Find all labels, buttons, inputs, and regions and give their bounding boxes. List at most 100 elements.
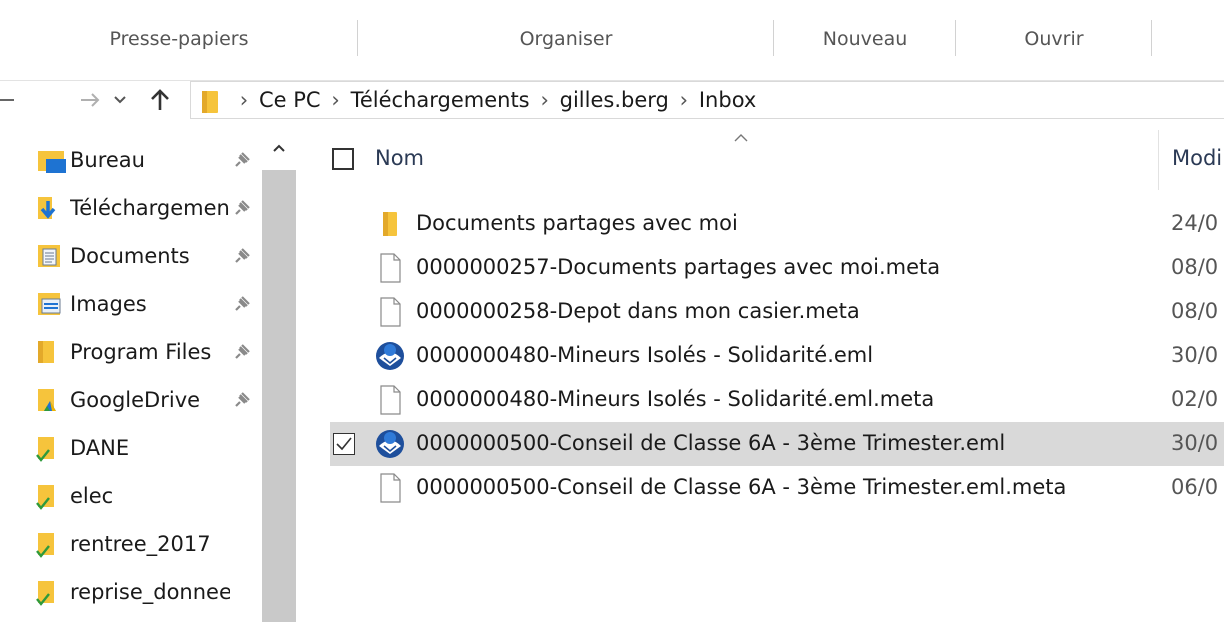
sidebar-item-label: Images [70,292,147,316]
file-icon [380,253,401,283]
desktop-folder-icon [30,145,70,175]
file-row[interactable]: 0000000258-Depot dans mon casier.meta 08… [330,290,1224,334]
ribbon-group-label: Organiser [519,28,613,50]
downloads-folder-icon [30,193,70,223]
thunderbird-mail-icon [376,430,404,458]
file-name: 0000000257-Documents partages avec moi.m… [416,255,941,279]
file-name: 0000000258-Depot dans mon casier.meta [416,299,860,323]
select-all-checkbox[interactable] [332,148,354,170]
up-button[interactable] [146,84,174,116]
sidebar-item-documents[interactable]: Documents [30,232,262,280]
file-row[interactable]: 0000000257-Documents partages avec moi.m… [330,246,1224,290]
sidebar-item-program-files[interactable]: Program Files [30,328,262,376]
ribbon-group-clipboard[interactable]: Presse-papiers [0,0,358,80]
ribbon: Presse-papiers Organiser Nouveau Ouvrir [0,0,1224,81]
file-row[interactable]: 0000000480-Mineurs Isolés - Solidarité.e… [330,334,1224,378]
file-date: 24/0 [1171,211,1219,235]
file-list: Nom Modi Documents partages avec moi 24/… [300,128,1224,622]
file-row-selected[interactable]: 0000000500-Conseil de Classe 6A - 3ème T… [330,422,1224,466]
documents-folder-icon [30,241,70,271]
pin-icon[interactable] [230,388,254,412]
sidebar-item-reprise-donnee[interactable]: reprise_donnee [30,568,262,616]
breadcrumb-item[interactable]: Inbox [695,88,760,112]
sidebar-item-rentree-2017[interactable]: rentree_2017 [30,520,262,568]
folder-icon [383,212,397,236]
file-date: 30/0 [1171,431,1219,455]
file-date: 30/0 [1171,343,1219,367]
navigation-bar: › Ce PC › Téléchargements › gilles.berg … [0,80,1224,120]
synced-folder-icon [30,529,70,559]
up-arrow-icon [151,89,169,110]
forward-arrow-icon [81,93,100,107]
synced-folder-icon [30,433,70,463]
breadcrumb: › Ce PC › Téléchargements › gilles.berg … [233,82,760,118]
synced-folder-icon [30,481,70,511]
sidebar-item-images[interactable]: Images [30,280,262,328]
ribbon-group-label: Presse-papiers [109,28,249,50]
sidebar-item-label: rentree_2017 [70,532,211,556]
file-date: 06/0 [1171,475,1219,499]
column-divider[interactable] [1158,130,1159,190]
breadcrumb-item[interactable]: gilles.berg [556,88,673,112]
sidebar-item-label: Téléchargements [70,196,230,220]
ribbon-group-label: Ouvrir [1024,28,1084,50]
sidebar-item-googledrive[interactable]: GoogleDrive [30,376,262,424]
folder-icon [30,337,70,367]
scroll-up-button[interactable] [269,138,289,158]
file-date: 02/0 [1171,387,1219,411]
pin-icon[interactable] [230,340,254,364]
synced-folder-icon [30,577,70,607]
chevron-down-icon [114,96,126,104]
file-name: 0000000500-Conseil de Classe 6A - 3ème T… [416,475,1067,499]
recent-locations-button[interactable] [106,84,134,116]
pictures-folder-icon [30,289,70,319]
scrollbar-thumb[interactable] [262,170,296,622]
sidebar-item-dane[interactable]: DANE [30,424,262,472]
pin-icon[interactable] [230,196,254,220]
pin-icon[interactable] [230,148,254,172]
sidebar-item-label: DANE [70,436,130,460]
navigation-pane: Bureau Téléchargements Documents Images … [0,128,296,622]
pin-icon[interactable] [230,244,254,268]
chevron-up-icon [273,144,285,152]
file-icon [380,473,401,503]
chevron-right-icon[interactable]: › [534,88,556,112]
ribbon-group-new[interactable]: Nouveau [774,0,956,80]
checkmark-icon [336,437,352,451]
google-drive-folder-icon [30,385,70,415]
back-arrow-icon [0,99,14,101]
sidebar-item-label: reprise_donnee [70,580,230,604]
file-date: 08/0 [1171,299,1219,323]
sidebar-item-telechargements[interactable]: Téléchargements [30,184,262,232]
ribbon-separator [1151,20,1152,56]
ribbon-group-organize[interactable]: Organiser [358,0,774,80]
column-header-row: Nom Modi [300,128,1224,192]
ribbon-group-open[interactable]: Ouvrir [956,0,1152,80]
address-bar[interactable]: › Ce PC › Téléchargements › gilles.berg … [190,81,1224,119]
back-button[interactable] [0,84,14,116]
sidebar-item-label: GoogleDrive [70,388,201,412]
file-name: Documents partages avec moi [416,211,738,235]
file-icon [380,297,401,327]
forward-button[interactable] [76,84,104,116]
sidebar-item-elec[interactable]: elec [30,472,262,520]
sidebar-item-bureau[interactable]: Bureau [30,136,262,184]
file-row[interactable]: 0000000500-Conseil de Classe 6A - 3ème T… [330,466,1224,510]
column-header-modified[interactable]: Modi [1172,146,1222,170]
chevron-right-icon[interactable]: › [233,88,255,112]
row-checkbox[interactable] [333,433,355,455]
breadcrumb-item[interactable]: Téléchargements [347,88,534,112]
breadcrumb-item[interactable]: Ce PC [255,88,325,112]
navigation-pane-scrollbar[interactable] [262,128,296,622]
folder-icon [202,91,218,113]
file-name: 0000000500-Conseil de Classe 6A - 3ème T… [416,431,1006,455]
file-row[interactable]: 0000000480-Mineurs Isolés - Solidarité.e… [330,378,1224,422]
pin-icon[interactable] [230,292,254,316]
chevron-right-icon[interactable]: › [673,88,695,112]
file-row[interactable]: Documents partages avec moi 24/0 [330,202,1224,246]
chevron-right-icon[interactable]: › [325,88,347,112]
file-name: 0000000480-Mineurs Isolés - Solidarité.e… [416,387,935,411]
file-name: 0000000480-Mineurs Isolés - Solidarité.e… [416,343,874,367]
sidebar-item-label: Bureau [70,148,145,172]
column-header-name[interactable]: Nom [375,146,424,170]
